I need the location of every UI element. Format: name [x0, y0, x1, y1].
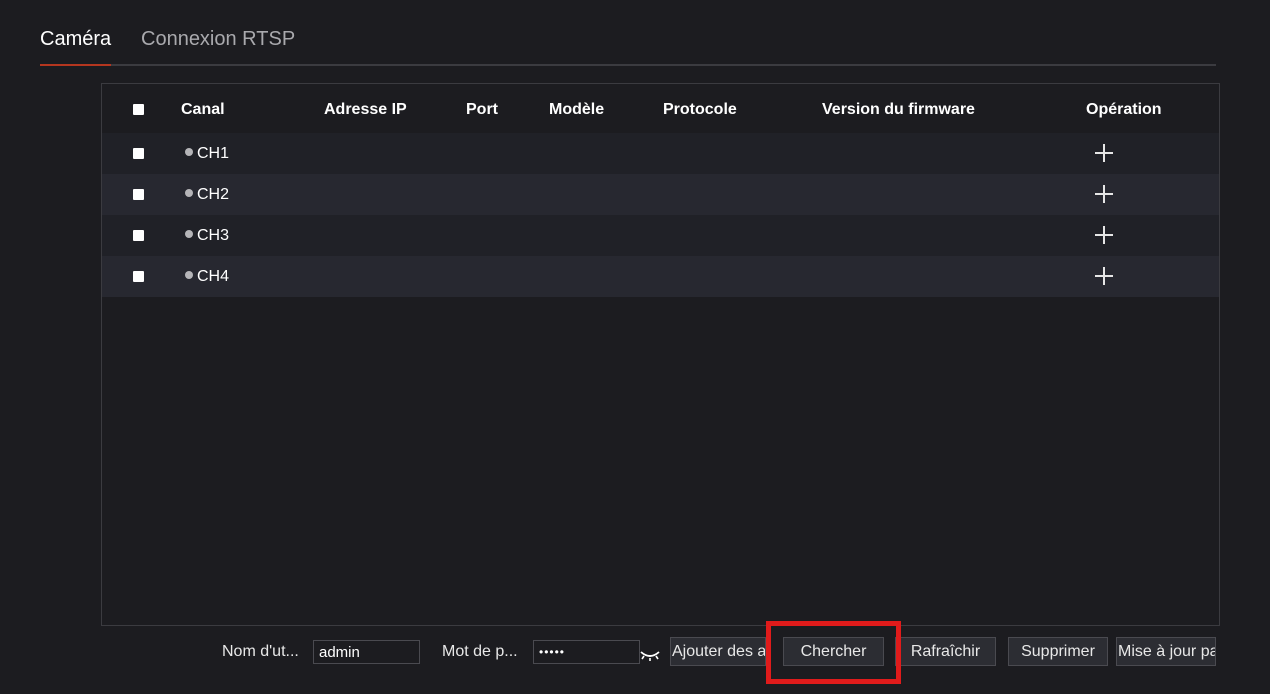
table-row[interactable]: CH4 [102, 256, 1219, 297]
camera-settings-page: Caméra Connexion RTSP Canal Adresse IP P… [0, 0, 1270, 694]
status-dot-icon [185, 189, 193, 197]
row-checkbox[interactable] [133, 148, 144, 159]
channel-label: CH1 [197, 145, 230, 162]
column-header-channel[interactable]: Canal [181, 101, 225, 119]
row-checkbox[interactable] [133, 189, 144, 200]
tab-camera[interactable]: Caméra [40, 27, 111, 51]
column-header-port[interactable]: Port [466, 101, 498, 119]
status-dot-icon [185, 148, 193, 156]
update-button[interactable]: Mise à jour pa [1116, 637, 1216, 666]
camera-table: Canal Adresse IP Port Modèle Protocole V… [101, 83, 1220, 626]
column-header-firmware-version[interactable]: Version du firmware [822, 101, 975, 119]
eye-closed-icon[interactable] [640, 648, 660, 662]
column-header-protocol[interactable]: Protocole [663, 101, 737, 119]
select-all-checkbox[interactable] [133, 104, 144, 115]
row-checkbox[interactable] [133, 271, 144, 282]
password-label: Mot de p... [442, 643, 518, 660]
tab-bar: Caméra Connexion RTSP [40, 0, 1216, 66]
status-dot-icon [185, 271, 193, 279]
plus-icon[interactable] [1095, 226, 1113, 244]
tab-rtsp-connection[interactable]: Connexion RTSP [141, 27, 295, 51]
column-header-model[interactable]: Modèle [549, 101, 604, 119]
plus-icon[interactable] [1095, 267, 1113, 285]
username-label: Nom d'ut... [222, 643, 299, 660]
search-button[interactable]: Chercher [783, 637, 884, 666]
username-input[interactable] [313, 640, 420, 664]
channel-label: CH2 [197, 186, 230, 203]
row-checkbox[interactable] [133, 230, 144, 241]
delete-button[interactable]: Supprimer [1008, 637, 1108, 666]
active-tab-indicator [40, 64, 111, 66]
refresh-button[interactable]: Rafraîchir [895, 637, 996, 666]
table-row[interactable]: CH1 [102, 133, 1219, 174]
password-input[interactable] [533, 640, 640, 664]
table-row[interactable]: CH3 [102, 215, 1219, 256]
plus-icon[interactable] [1095, 144, 1113, 162]
status-dot-icon [185, 230, 193, 238]
plus-icon[interactable] [1095, 185, 1113, 203]
add-devices-button[interactable]: Ajouter des a [670, 637, 766, 666]
table-row[interactable]: CH2 [102, 174, 1219, 215]
channel-label: CH3 [197, 227, 230, 244]
channel-label: CH4 [197, 268, 230, 285]
column-header-operation: Opération [1086, 101, 1162, 118]
table-header: Canal Adresse IP Port Modèle Protocole V… [102, 84, 1219, 133]
column-header-ip-address[interactable]: Adresse IP [324, 101, 407, 119]
